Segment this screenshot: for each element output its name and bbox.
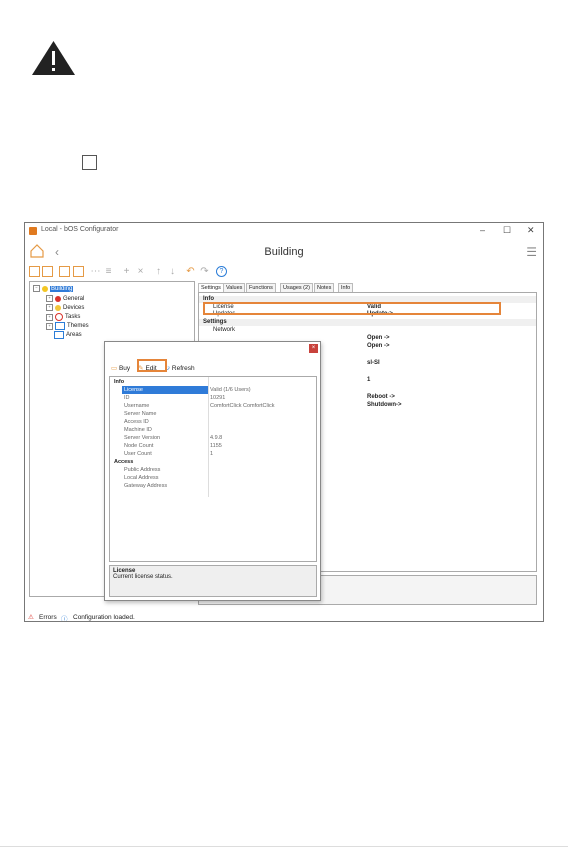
buy-button[interactable]: ▭ Buy <box>111 364 130 372</box>
general-icon <box>55 295 61 302</box>
move-down-icon[interactable]: ↓ <box>167 266 178 277</box>
page-title: Building <box>264 246 304 258</box>
tab-values[interactable]: Values <box>223 283 246 292</box>
filter-icon[interactable]: ≡ <box>103 266 114 277</box>
grid-row-server-version[interactable]: Server Version 4.9.8 <box>110 434 316 442</box>
info-icon: ⓘ <box>61 616 68 622</box>
open-icon[interactable] <box>42 266 53 277</box>
grid-row-id[interactable]: ID 10291 <box>110 394 316 402</box>
license-row-highlight <box>203 302 501 315</box>
delete-icon[interactable]: × <box>135 266 146 277</box>
grid-section-info[interactable]: Info <box>110 378 316 386</box>
move-up-icon[interactable]: ↑ <box>153 266 164 277</box>
app-logo-icon <box>29 227 37 235</box>
areas-icon <box>54 331 64 339</box>
building-icon <box>42 285 48 292</box>
status-bar: ⚠ Errors ⓘ Configuration loaded. <box>25 611 543 622</box>
divider <box>0 846 568 847</box>
row-network[interactable]: Network <box>199 327 536 334</box>
tab-usages[interactable]: Usages (2) <box>280 283 313 292</box>
tab-notes[interactable]: Notes <box>314 283 335 292</box>
menu-icon[interactable]: ☰ <box>526 245 537 259</box>
themes-icon <box>55 322 65 330</box>
grid-row-user-count[interactable]: User Count 1 <box>110 450 316 458</box>
grid-row-license[interactable]: License Valid (1/6 Users) <box>110 386 316 394</box>
copy-icon[interactable] <box>59 266 70 277</box>
toolbar: ⋯ ≡ + × ↑ ↓ ↶ ↷ ? <box>29 266 269 280</box>
edit-button-highlight <box>137 359 167 372</box>
nav-bar: ‹ Building ☰ <box>25 240 543 266</box>
tasks-icon <box>55 313 63 321</box>
expand-icon[interactable]: + <box>46 322 53 330</box>
status-message: Configuration loaded. <box>73 614 135 621</box>
collapse-icon[interactable]: − <box>33 285 40 292</box>
section-settings[interactable]: Settings <box>199 319 536 326</box>
tab-settings[interactable]: Settings <box>198 283 224 292</box>
tab-info[interactable]: Info <box>338 283 354 292</box>
property-tabs: Settings Values Functions Usages (2) Not… <box>198 281 368 292</box>
grid-row-access-id[interactable]: Access ID <box>110 418 316 426</box>
dialog-close-button[interactable]: × <box>309 344 318 353</box>
grid-row-gateway-address[interactable]: Gateway Address <box>110 482 316 490</box>
grid-row-machine-id[interactable]: Machine ID <box>110 426 316 434</box>
minimize-button[interactable]: – <box>480 225 485 235</box>
warning-icon <box>32 41 75 75</box>
tree-item-themes[interactable]: + Themes <box>46 322 89 330</box>
description-text: Current license status. <box>113 574 173 580</box>
grid-section-access[interactable]: Access <box>110 458 316 466</box>
tree-item-building[interactable]: − Building <box>33 285 74 292</box>
tree-item-general[interactable]: + General <box>46 295 84 302</box>
maximize-button[interactable]: ☐ <box>503 225 511 236</box>
window-title: Local - bOS Configurator <box>41 226 119 233</box>
expand-icon[interactable]: + <box>46 313 53 321</box>
cart-icon: ▭ <box>111 365 118 372</box>
help-icon[interactable]: ? <box>216 266 227 277</box>
tree-item-areas[interactable]: Areas <box>54 331 82 339</box>
dialog-description: License Current license status. <box>109 565 317 597</box>
grid-row-node-count[interactable]: Node Count 1155 <box>110 442 316 450</box>
refresh-button[interactable]: ↻ Refresh <box>165 364 195 372</box>
expand-icon[interactable]: + <box>46 304 53 311</box>
error-icon: ⚠ <box>28 614 34 621</box>
expand-icon[interactable]: + <box>46 295 53 302</box>
bulb-icon <box>55 304 61 311</box>
license-dialog: × ▭ Buy ✎ Edit ↻ Refresh Info License Val… <box>104 341 321 601</box>
grid-row-local-address[interactable]: Local Address <box>110 474 316 482</box>
grid-row-server-name[interactable]: Server Name <box>110 410 316 418</box>
tab-functions[interactable]: Functions <box>246 283 276 292</box>
paste-icon[interactable] <box>73 266 84 277</box>
grid-row-username[interactable]: Username ComfortClick ComfortClick <box>110 402 316 410</box>
add-icon[interactable]: + <box>121 266 132 277</box>
more-icon[interactable]: ⋯ <box>90 266 101 277</box>
redo-icon[interactable]: ↷ <box>199 266 210 277</box>
undo-icon[interactable]: ↶ <box>185 266 196 277</box>
tree-item-tasks[interactable]: + Tasks <box>46 313 80 321</box>
close-button[interactable]: ✕ <box>527 225 535 236</box>
checkbox-icon <box>82 155 97 170</box>
new-icon[interactable] <box>29 266 40 277</box>
tree-item-devices[interactable]: + Devices <box>46 304 84 311</box>
grid-row-public-address[interactable]: Public Address <box>110 466 316 474</box>
errors-link[interactable]: Errors <box>39 614 57 621</box>
license-property-grid: Info License Valid (1/6 Users) ID 10291 Us… <box>109 376 317 562</box>
title-bar: Local - bOS Configurator – ☐ ✕ <box>25 223 543 239</box>
